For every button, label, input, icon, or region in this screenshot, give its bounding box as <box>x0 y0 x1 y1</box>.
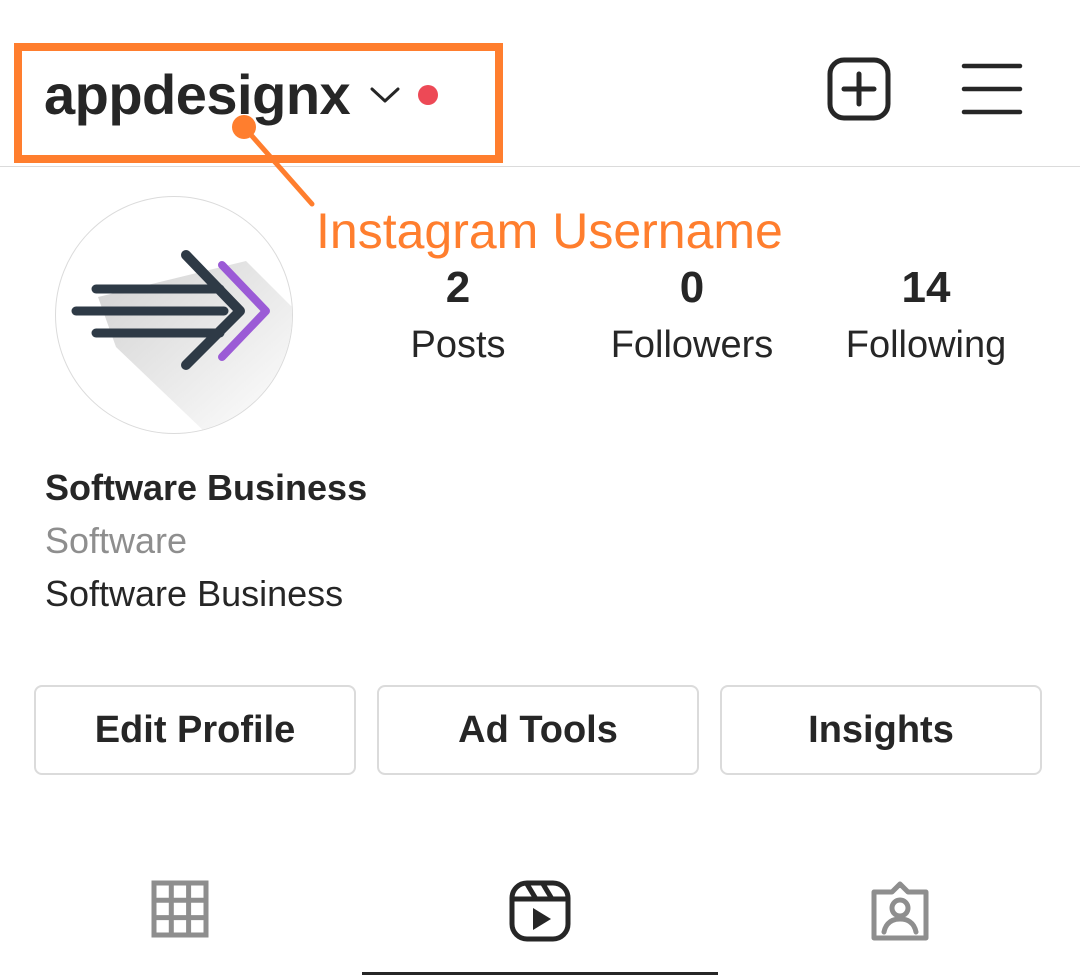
tab-tagged[interactable] <box>720 870 1080 975</box>
tab-posts-grid[interactable] <box>0 870 360 975</box>
annotation-label: Instagram Username <box>316 203 783 259</box>
ad-tools-button[interactable]: Ad Tools <box>377 685 699 775</box>
followers-stat[interactable]: 0 Followers <box>592 263 792 366</box>
grid-icon <box>151 880 209 938</box>
posts-stat[interactable]: 2 Posts <box>378 263 538 366</box>
plus-square-icon[interactable] <box>826 56 892 122</box>
tab-reels[interactable] <box>360 870 720 975</box>
posts-count: 2 <box>445 263 471 312</box>
arrow-logo-icon <box>71 250 292 433</box>
posts-label: Posts <box>410 324 506 366</box>
tagged-user-icon <box>871 881 929 941</box>
account-switcher[interactable]: appdesignx <box>44 60 439 130</box>
profile-header: appdesignx <box>0 0 1080 167</box>
edit-profile-button[interactable]: Edit Profile <box>34 685 356 775</box>
following-label: Following <box>845 324 1007 366</box>
insights-button[interactable]: Insights <box>720 685 1042 775</box>
notification-dot <box>418 85 439 105</box>
profile-display-name: Software Business <box>45 467 368 508</box>
chevron-down-icon[interactable] <box>370 85 400 105</box>
followers-label: Followers <box>610 324 774 366</box>
followers-count: 0 <box>679 263 705 312</box>
profile-bio: Software Business <box>45 573 344 614</box>
hamburger-menu-icon[interactable] <box>958 56 1024 122</box>
avatar[interactable] <box>55 196 293 434</box>
reels-icon <box>509 880 571 942</box>
following-stat[interactable]: 14 Following <box>826 263 1026 366</box>
following-count: 14 <box>901 263 951 312</box>
username[interactable]: appdesignx <box>44 67 351 123</box>
profile-category: Software <box>45 520 188 561</box>
